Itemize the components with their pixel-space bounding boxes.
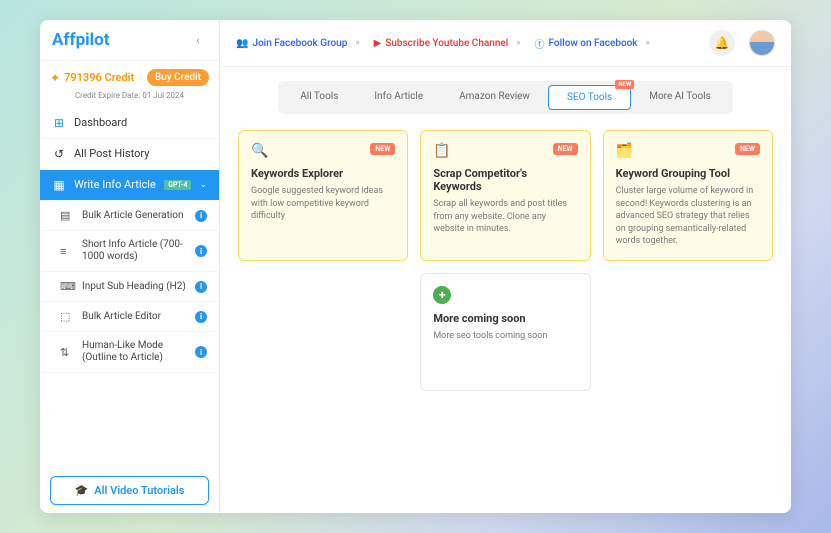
credit-expire: Credit Expire Date: 01 Jul 2024 <box>50 91 209 100</box>
tab-label: SEO Tools <box>567 92 612 103</box>
graduation-icon: 🎓 <box>75 484 89 497</box>
document-icon: ▤ <box>60 209 74 222</box>
card-desc: Google suggested keyword ideas with low … <box>251 185 395 223</box>
main: 👥 Join Facebook Group » ▶ Subscribe Yout… <box>220 20 791 513</box>
scrap-icon: 📋 <box>433 143 453 159</box>
editor-icon: ⬚ <box>60 310 74 323</box>
info-icon[interactable]: i <box>195 281 207 293</box>
tool-tabs: All Tools Info Article Amazon Review SEO… <box>278 81 733 114</box>
chevron-right-icon: » <box>646 38 650 48</box>
nav-label: Dashboard <box>74 116 207 129</box>
info-icon[interactable]: i <box>195 245 207 257</box>
chevron-right-icon: » <box>516 38 520 48</box>
card-desc: More seo tools coming soon <box>433 330 577 343</box>
youtube-link[interactable]: ▶ Subscribe Youtube Channel <box>374 38 509 49</box>
card-keyword-grouping[interactable]: 🗂️ NEW Keyword Grouping Tool Cluster lar… <box>603 130 773 261</box>
info-icon[interactable]: i <box>195 311 207 323</box>
facebook-icon: ⓕ <box>535 36 545 51</box>
nav-dashboard[interactable]: ⊞ Dashboard <box>40 108 219 139</box>
tab-more-ai[interactable]: More AI Tools <box>631 85 729 110</box>
card-scrap-competitor[interactable]: 📋 NEW Scrap Competitor's Keywords Scrap … <box>420 130 590 261</box>
plus-icon: + <box>433 286 451 304</box>
gpt-badge: GPT-4 <box>164 180 191 190</box>
tab-info-article[interactable]: Info Article <box>356 85 441 110</box>
topbar: 👥 Join Facebook Group » ▶ Subscribe Yout… <box>220 20 791 67</box>
credit-icon: ✦ <box>50 71 60 85</box>
card-title: Keywords Explorer <box>251 167 395 180</box>
document-icon: ▦ <box>52 178 66 192</box>
cards-grid: 🔍 NEW Keywords Explorer Google suggested… <box>238 130 773 391</box>
group-icon: 🗂️ <box>616 143 636 159</box>
chevron-down-icon: ⌄ <box>199 180 207 190</box>
credit-amount: 791396 Credit <box>64 71 143 84</box>
info-icon[interactable]: i <box>195 346 207 358</box>
brand-row: Affpilot ‹ <box>40 20 219 61</box>
info-icon[interactable]: i <box>195 210 207 222</box>
tutorials-label: All Video Tutorials <box>94 484 184 497</box>
sidebar: Affpilot ‹ ✦ 791396 Credit Buy Credit Cr… <box>40 20 220 513</box>
nav-label: Write Info Article <box>74 178 156 191</box>
app-window: Affpilot ‹ ✦ 791396 Credit Buy Credit Cr… <box>40 20 791 513</box>
sub-short-article[interactable]: ≡ Short Info Article (700-1000 words) i <box>40 231 219 272</box>
search-icon: 🔍 <box>251 143 271 159</box>
heading-icon: ⌨ <box>60 280 74 293</box>
sub-label: Human-Like Mode (Outline to Article) <box>82 340 187 364</box>
sub-input-heading[interactable]: ⌨ Input Sub Heading (H2) i <box>40 272 219 302</box>
sub-label: Input Sub Heading (H2) <box>82 281 187 293</box>
join-fb-group-link[interactable]: 👥 Join Facebook Group <box>236 38 347 49</box>
card-keywords-explorer[interactable]: 🔍 NEW Keywords Explorer Google suggested… <box>238 130 408 261</box>
tutorials-button[interactable]: 🎓 All Video Tutorials <box>50 476 209 505</box>
card-desc: Scrap all keywords and post titles from … <box>433 198 577 236</box>
card-desc: Cluster large volume of keyword in secon… <box>616 185 760 248</box>
card-title: More coming soon <box>433 312 577 325</box>
group-icon: 👥 <box>236 38 248 49</box>
chevron-right-icon: » <box>355 38 359 48</box>
credit-box: ✦ 791396 Credit Buy Credit Credit Expire… <box>40 61 219 108</box>
brand-logo: Affpilot <box>52 30 110 50</box>
nav-label: All Post History <box>74 147 207 160</box>
sub-label: Bulk Article Editor <box>82 311 187 323</box>
notifications-button[interactable]: 🔔 <box>709 30 735 56</box>
nav: ⊞ Dashboard ↺ All Post History ▦ Write I… <box>40 108 219 470</box>
lines-icon: ≡ <box>60 245 74 258</box>
sidebar-collapse-button[interactable]: ‹ <box>189 31 207 49</box>
dashboard-icon: ⊞ <box>52 116 66 130</box>
facebook-link[interactable]: ⓕ Follow on Facebook <box>535 36 638 51</box>
sub-label: Bulk Article Generation <box>82 210 187 222</box>
card-coming-soon: + More coming soon More seo tools coming… <box>420 273 590 391</box>
card-title: Scrap Competitor's Keywords <box>433 167 577 193</box>
youtube-icon: ▶ <box>374 38 382 49</box>
tab-seo-tools[interactable]: SEO Tools NEW <box>548 85 631 110</box>
link-label: Follow on Facebook <box>549 38 638 49</box>
nav-history[interactable]: ↺ All Post History <box>40 139 219 170</box>
tab-amazon-review[interactable]: Amazon Review <box>441 85 548 110</box>
new-badge: NEW <box>370 143 395 155</box>
link-label: Subscribe Youtube Channel <box>385 38 508 49</box>
new-badge: NEW <box>553 143 578 155</box>
content: All Tools Info Article Amazon Review SEO… <box>220 67 791 513</box>
history-icon: ↺ <box>52 147 66 161</box>
link-label: Join Facebook Group <box>252 38 347 49</box>
bell-icon: 🔔 <box>715 36 730 50</box>
sub-bulk-editor[interactable]: ⬚ Bulk Article Editor i <box>40 302 219 332</box>
credit-row: ✦ 791396 Credit Buy Credit <box>50 69 209 86</box>
tab-all-tools[interactable]: All Tools <box>282 85 356 110</box>
new-badge: NEW <box>735 143 760 155</box>
outline-icon: ⇅ <box>60 346 74 359</box>
nav-write-article[interactable]: ▦ Write Info Article GPT-4 ⌄ <box>40 170 219 201</box>
sub-human-mode[interactable]: ⇅ Human-Like Mode (Outline to Article) i <box>40 332 219 373</box>
sub-bulk-article[interactable]: ▤ Bulk Article Generation i <box>40 201 219 231</box>
sub-label: Short Info Article (700-1000 words) <box>82 239 187 263</box>
card-title: Keyword Grouping Tool <box>616 167 760 180</box>
avatar[interactable] <box>749 30 775 56</box>
buy-credit-button[interactable]: Buy Credit <box>147 69 209 86</box>
